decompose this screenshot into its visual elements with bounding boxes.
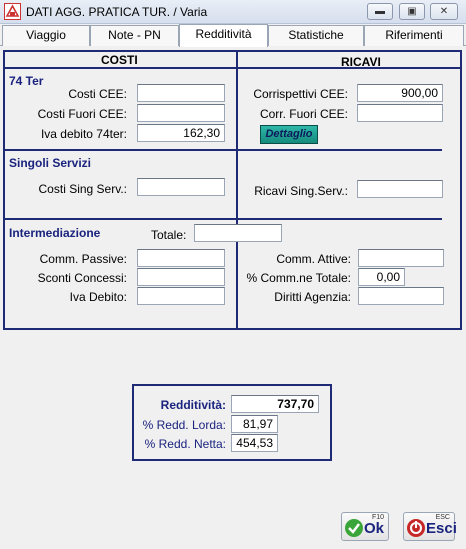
tab-bar: Viaggio Note - PN Redditività Statistich… — [0, 24, 466, 47]
dettaglio-button[interactable]: Dettaglio — [260, 125, 318, 144]
ricavi-sing-serv-input[interactable] — [357, 180, 443, 198]
esci-button[interactable]: ESC Esci — [403, 512, 457, 541]
costi-sing-serv-input[interactable] — [137, 178, 225, 196]
costi-cee-input[interactable] — [137, 84, 225, 102]
tab-viaggio[interactable]: Viaggio — [2, 25, 90, 46]
diritti-agenzia-input[interactable] — [358, 287, 444, 305]
ricavi-header: RICAVI — [341, 55, 381, 69]
redd-netta-value: 454,53 — [231, 434, 278, 452]
comm-attive-label: Comm. Attive: — [276, 252, 351, 266]
redditivita-value: 737,70 — [231, 395, 319, 413]
window-title: DATI AGG. PRATICA TUR. / Varia — [26, 5, 208, 19]
costi-ricavi-panel: COSTI RICAVI 74 Ter Costi CEE: Costi Fuo… — [3, 50, 462, 330]
redditivita-summary: Redditività: 737,70 % Redd. Lorda: 81,97… — [132, 384, 332, 461]
minimize-button[interactable]: ▬ — [367, 3, 393, 20]
check-icon — [345, 519, 363, 537]
close-icon: ✕ — [439, 6, 449, 17]
redd-netta-label: % Redd. Netta: — [144, 437, 226, 451]
close-button[interactable]: ✕ — [430, 3, 458, 20]
maximize-icon: ▣ — [407, 6, 417, 17]
perc-comm-totale-label: % Comm.ne Totale: — [246, 271, 352, 285]
tab-riferimenti[interactable]: Riferimenti — [364, 25, 464, 46]
redditivita-label: Redditività: — [160, 398, 226, 412]
minimize-icon: ▬ — [375, 6, 385, 17]
totale-label: Totale: — [151, 228, 187, 242]
costi-fuori-cee-input[interactable] — [137, 104, 225, 122]
totale-input[interactable] — [194, 224, 282, 242]
ricavi-sing-serv-label: Ricavi Sing.Serv.: — [254, 184, 348, 198]
comm-attive-input[interactable] — [358, 249, 444, 267]
column-divider — [236, 52, 238, 328]
tab-statistiche[interactable]: Statistiche — [268, 25, 364, 46]
corr-fuori-cee-input[interactable] — [357, 104, 443, 122]
iva-debito-74ter-label: Iva debito 74ter: — [40, 127, 127, 141]
tab-redditivita[interactable]: Redditività — [179, 24, 268, 47]
maximize-button[interactable]: ▣ — [399, 3, 425, 20]
section-74ter-title: 74 Ter — [9, 74, 44, 88]
ok-button[interactable]: F10 Ok — [341, 512, 389, 541]
header-divider — [5, 67, 460, 69]
section-divider-2 — [5, 218, 442, 220]
esci-label: Esci — [426, 520, 457, 537]
corr-fuori-cee-label: Corr. Fuori CEE: — [259, 107, 348, 121]
tab-note-pn[interactable]: Note - PN — [90, 25, 179, 46]
costi-fuori-cee-label: Costi Fuori CEE: — [37, 107, 127, 121]
redd-lorda-label: % Redd. Lorda: — [142, 418, 226, 432]
exit-icon — [407, 519, 425, 537]
iva-debito-74ter-input[interactable]: 162,30 — [137, 124, 225, 142]
app-logo-icon — [4, 3, 21, 20]
redd-lorda-value: 81,97 — [231, 415, 278, 433]
sconti-concessi-label: Sconti Concessi: — [37, 271, 127, 285]
corrispettivi-cee-label: Corrispettivi CEE: — [253, 87, 348, 101]
section-intermediazione-title: Intermediazione — [9, 226, 101, 240]
title-bar: DATI AGG. PRATICA TUR. / Varia ▬ ▣ ✕ — [0, 0, 466, 24]
costi-sing-serv-label: Costi Sing Serv.: — [38, 182, 127, 196]
section-singoli-servizi-title: Singoli Servizi — [9, 156, 92, 170]
comm-passive-input[interactable] — [137, 249, 225, 267]
diritti-agenzia-label: Diritti Agenzia: — [274, 290, 351, 304]
iva-debito-label: Iva Debito: — [69, 290, 127, 304]
iva-debito-input[interactable] — [137, 287, 225, 305]
costi-cee-label: Costi CEE: — [68, 87, 127, 101]
section-divider-1 — [5, 149, 442, 151]
ok-label: Ok — [364, 520, 385, 537]
costi-header: COSTI — [101, 53, 138, 67]
perc-comm-totale-input[interactable]: 0,00 — [358, 268, 405, 286]
corrispettivi-cee-input[interactable]: 900,00 — [357, 84, 443, 102]
sconti-concessi-input[interactable] — [137, 268, 225, 286]
comm-passive-label: Comm. Passive: — [39, 252, 127, 266]
